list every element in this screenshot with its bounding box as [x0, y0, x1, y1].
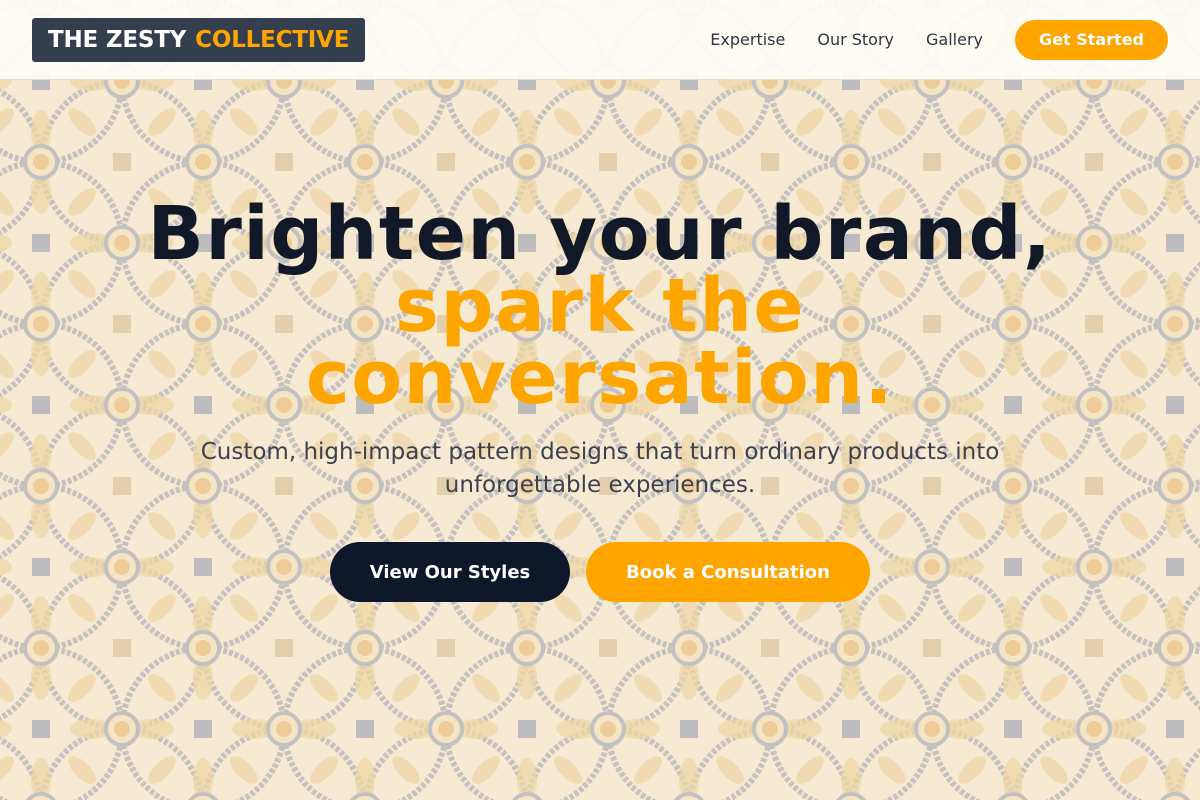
hero-actions: View Our Styles Book a Consultation — [0, 542, 1200, 602]
nav-link-gallery[interactable]: Gallery — [926, 30, 983, 49]
hero-section: Brighten your brand, spark the conversat… — [0, 80, 1200, 800]
hero-headline-primary: Brighten your brand, — [147, 191, 1053, 277]
view-styles-button[interactable]: View Our Styles — [330, 542, 570, 602]
site-header: THE ZESTY COLLECTIVE Expertise Our Story… — [0, 0, 1200, 80]
book-consultation-button[interactable]: Book a Consultation — [586, 542, 870, 602]
hero-subheading: Custom, high-impact pattern designs that… — [200, 439, 1000, 498]
brand-logo-text-primary: THE ZESTY — [48, 26, 187, 53]
hero-headline-accent: spark the conversation. — [305, 263, 895, 421]
hero-headline: Brighten your brand, spark the conversat… — [0, 191, 1200, 421]
main-navigation: Expertise Our Story Gallery Get Started — [710, 19, 1168, 60]
nav-link-our-story[interactable]: Our Story — [817, 30, 894, 49]
brand-logo-text-accent: COLLECTIVE — [195, 26, 350, 53]
get-started-button[interactable]: Get Started — [1015, 19, 1168, 60]
nav-link-expertise[interactable]: Expertise — [710, 30, 785, 49]
brand-logo[interactable]: THE ZESTY COLLECTIVE — [32, 17, 366, 62]
